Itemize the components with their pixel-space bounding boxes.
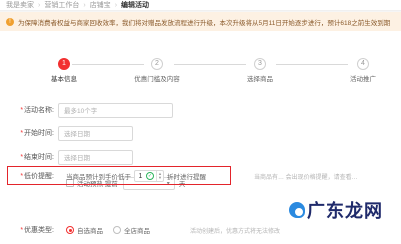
radio-selected-goods[interactable] (66, 226, 74, 234)
start-time-label: *开始时间: (20, 130, 54, 137)
watermark: 广东龙网 (289, 199, 383, 222)
row-start-time: *开始时间: 选择日期 (0, 125, 133, 141)
low-price-text-before: 当商品预计到手价低于 (66, 174, 131, 181)
step-label: 活动推广 (350, 76, 376, 83)
breadcrumb-separator: › (114, 1, 118, 9)
discount-type-label: *优惠类型: (20, 227, 54, 234)
radio-all-goods[interactable] (113, 226, 121, 234)
breadcrumb-item-seller[interactable]: 我是卖家 (6, 0, 34, 10)
low-price-hint: 当商品有… 会出现价格提醒，请查看… (254, 174, 358, 181)
discount-type-hint: 活动创建后，优惠方式将无法修改 (190, 228, 281, 235)
step-number: 1 (58, 58, 70, 70)
breadcrumb: 我是卖家 › 营销工作台 › 店铺宝 › 编辑活动 (0, 0, 401, 11)
row-activity-name: *活动名称: 最多10个字 (0, 102, 173, 118)
breadcrumb-item-marketing[interactable]: 营销工作台 (44, 0, 79, 10)
watermark-text: 广东龙网 (307, 201, 383, 222)
watermark-logo-icon (289, 202, 305, 218)
warning-icon: ! (6, 17, 14, 26)
step-label: 优惠门槛及内容 (134, 76, 180, 83)
check-circle-icon: ✓ (146, 172, 154, 180)
breadcrumb-item-shopbao[interactable]: 店铺宝 (90, 0, 111, 10)
discount-stepper[interactable]: 1 ✓ ▲ ▼ (134, 170, 164, 182)
app-root: 我是卖家 › 营销工作台 › 店铺宝 › 编辑活动 ! 为保障消费者权益与商家回… (0, 0, 401, 244)
notice-banner: ! 为保障消费者权益与商家回收效率，我们将对赠品发放流程进行升级，本次升级将从5… (0, 12, 401, 31)
step-label: 选择商品 (247, 76, 273, 83)
row-low-price: *低价提醒: 当商品预计到手价低于 1 ✓ ▲ ▼ 折时进行提醒 (0, 168, 206, 184)
radio-selected-goods-label: 自选商品 (77, 228, 103, 235)
step-label: 基本信息 (51, 76, 77, 83)
step-number: 3 (254, 58, 266, 70)
row-end-time: *结束时间: 选择日期 (0, 149, 133, 165)
step-number: 2 (151, 58, 163, 70)
breadcrumb-separator: › (83, 1, 86, 9)
step-select-goods: 3 选择商品 (220, 58, 300, 83)
discount-value: 1 (138, 172, 143, 180)
radio-all-goods-label: 全店商品 (124, 228, 150, 235)
spin-buttons[interactable]: ▲ ▼ (156, 171, 163, 181)
step-basic-info: 1 基本信息 (24, 58, 104, 83)
row-discount-type: *优惠类型: 自选商品 全店商品 活动创建后，优惠方式将无法修改 (0, 222, 280, 238)
breadcrumb-separator: › (38, 1, 41, 9)
notice-text: 为保障消费者权益与商家回收效率，我们将对赠品发放流程进行升级，本次升级将从5月1… (18, 19, 391, 27)
steps-bar: 1 基本信息 2 优惠门槛及内容 3 选择商品 4 活动推广 (0, 31, 401, 86)
low-price-text-after: 折时进行提醒 (167, 174, 206, 181)
end-time-label: *结束时间: (20, 154, 54, 161)
low-price-hint-row: 当商品有… 会出现价格提醒，请查看… (254, 168, 358, 184)
step-promotion: 4 活动推广 (323, 58, 401, 83)
activity-name-label: *活动名称: (20, 107, 54, 114)
start-date-input[interactable]: 选择日期 (58, 125, 133, 141)
breadcrumb-item-current: 编辑活动 (121, 2, 150, 9)
end-date-input[interactable]: 选择日期 (58, 149, 133, 165)
step-threshold: 2 优惠门槛及内容 (117, 58, 197, 83)
step-number: 4 (357, 58, 369, 70)
low-price-label: *低价提醒: (20, 173, 54, 180)
activity-name-input[interactable]: 最多10个字 (58, 102, 173, 118)
